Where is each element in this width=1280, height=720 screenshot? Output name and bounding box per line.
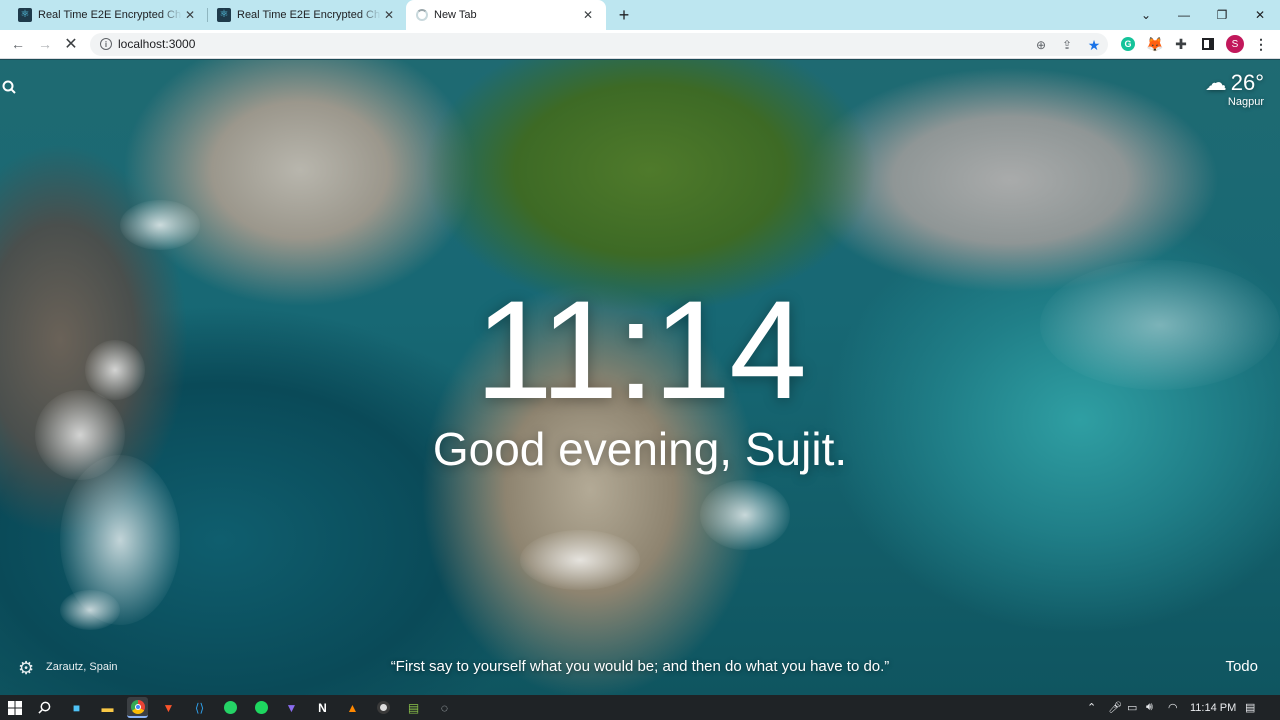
notepad-plus-icon[interactable]: ▤ bbox=[403, 697, 424, 718]
new-tab-button[interactable]: + bbox=[612, 3, 636, 27]
notifications-icon[interactable]: ▤ bbox=[1245, 695, 1255, 720]
spotify-icon[interactable] bbox=[251, 697, 272, 718]
tab-title: Real Time E2E Encrypted Chat Ap bbox=[38, 9, 182, 21]
profile-initial: S bbox=[1226, 35, 1244, 53]
weather-temperature: 26° bbox=[1230, 70, 1264, 95]
vscode-icon[interactable]: ⟨⟩ bbox=[189, 697, 210, 718]
vlc-icon[interactable]: ▲ bbox=[342, 697, 363, 718]
wave-foam bbox=[700, 480, 790, 550]
windows-start-icon[interactable] bbox=[4, 697, 25, 718]
share-icon[interactable]: ⇪ bbox=[1058, 36, 1076, 54]
window-close-button[interactable]: ✕ bbox=[1241, 0, 1279, 30]
whatsapp-icon[interactable] bbox=[220, 697, 241, 718]
address-bar[interactable]: i localhost:3000 ⊕ ⇪ ★ bbox=[90, 33, 1108, 56]
daily-quote: “First say to yourself what you would be… bbox=[390, 658, 890, 675]
tab-strip: ⚛ Real Time E2E Encrypted Chat Ap ✕ ⚛ Re… bbox=[0, 0, 1280, 30]
microphone-icon[interactable]: 🎤︎ bbox=[1108, 695, 1122, 720]
close-icon[interactable]: ✕ bbox=[182, 7, 198, 23]
loading-spinner-icon bbox=[416, 9, 428, 21]
tab-title: New Tab bbox=[434, 9, 477, 21]
brave-icon[interactable]: ▼ bbox=[158, 697, 179, 718]
restore-button[interactable]: ❐ bbox=[1203, 0, 1241, 30]
tab-new-tab[interactable]: New Tab ✕ bbox=[406, 0, 606, 30]
url-text[interactable]: localhost:3000 bbox=[118, 37, 195, 51]
forward-button[interactable]: → bbox=[34, 33, 56, 55]
side-panel-icon[interactable] bbox=[1199, 35, 1217, 53]
minimize-button[interactable]: — bbox=[1165, 0, 1203, 30]
metamask-extension-icon[interactable]: 🦊 bbox=[1146, 35, 1164, 53]
tray-chevron-icon[interactable]: ⌃ bbox=[1087, 695, 1096, 720]
obs-icon[interactable] bbox=[373, 697, 394, 718]
file-explorer-icon[interactable]: ▬ bbox=[97, 697, 118, 718]
vpn-icon[interactable]: ▼ bbox=[281, 697, 302, 718]
menu-kebab-icon[interactable]: ⋮ bbox=[1252, 35, 1270, 53]
battery-icon[interactable]: ▭ bbox=[1127, 695, 1137, 720]
wifi-icon[interactable]: ◠ bbox=[1168, 695, 1178, 720]
react-icon: ⚛ bbox=[18, 8, 32, 22]
search-icon[interactable] bbox=[2, 80, 18, 96]
taskbar-clock[interactable]: 11:14 PM bbox=[1190, 695, 1236, 720]
profile-avatar[interactable]: S bbox=[1226, 35, 1244, 53]
stop-loading-button[interactable]: ✕ bbox=[60, 33, 82, 55]
greeting[interactable]: Good evening, Sujit. bbox=[0, 422, 1280, 476]
close-icon[interactable]: ✕ bbox=[580, 7, 596, 23]
zoom-icon[interactable]: ⊕ bbox=[1032, 36, 1050, 54]
search-icon[interactable] bbox=[34, 697, 55, 718]
tab-chat-app-2[interactable]: ⚛ Real Time E2E Encrypted Chat Ap ✕ bbox=[207, 0, 407, 30]
volume-icon[interactable]: 🔊︎ bbox=[1146, 695, 1153, 720]
wave-foam bbox=[120, 200, 200, 250]
notion-icon[interactable]: N bbox=[312, 697, 333, 718]
weather-city: Nagpur bbox=[1227, 96, 1264, 108]
weather-widget[interactable]: ☁ 26° Nagpur bbox=[1205, 70, 1264, 108]
back-button[interactable]: ← bbox=[7, 33, 29, 55]
clock: 11:14 bbox=[475, 271, 807, 428]
tab-chat-app-1[interactable]: ⚛ Real Time E2E Encrypted Chat Ap ✕ bbox=[8, 0, 208, 30]
store-icon[interactable]: ■ bbox=[66, 697, 87, 718]
cloud-sun-icon: ☁ bbox=[1204, 70, 1227, 95]
tab-title: Real Time E2E Encrypted Chat Ap bbox=[237, 9, 381, 21]
todo-button[interactable]: Todo bbox=[1225, 658, 1258, 675]
bookmark-star-icon[interactable]: ★ bbox=[1085, 36, 1103, 54]
extensions-puzzle-icon[interactable]: ✚ bbox=[1172, 35, 1190, 53]
react-icon: ⚛ bbox=[217, 8, 231, 22]
chrome-icon[interactable] bbox=[127, 697, 148, 718]
site-info-icon[interactable]: i bbox=[100, 38, 112, 50]
wave-foam bbox=[520, 530, 640, 590]
close-icon[interactable]: ✕ bbox=[381, 7, 397, 23]
windows-taskbar: ■ ▬ ▼ ⟨⟩ ▼ N ▲ ▤ ◌ ⌃ 🎤︎ ▭ 🔊︎ ◠ 11:14 PM … bbox=[0, 695, 1280, 720]
wave-foam bbox=[60, 590, 120, 630]
browser-toolbar: ← → ✕ i localhost:3000 ⊕ ⇪ ★ G 🦊 ✚ S ⋮ bbox=[0, 30, 1280, 59]
settings-app-icon[interactable]: ◌ bbox=[434, 697, 455, 718]
tab-search-chevron-icon[interactable]: ⌄ bbox=[1127, 0, 1165, 30]
grammarly-extension-icon[interactable]: G bbox=[1119, 35, 1137, 53]
